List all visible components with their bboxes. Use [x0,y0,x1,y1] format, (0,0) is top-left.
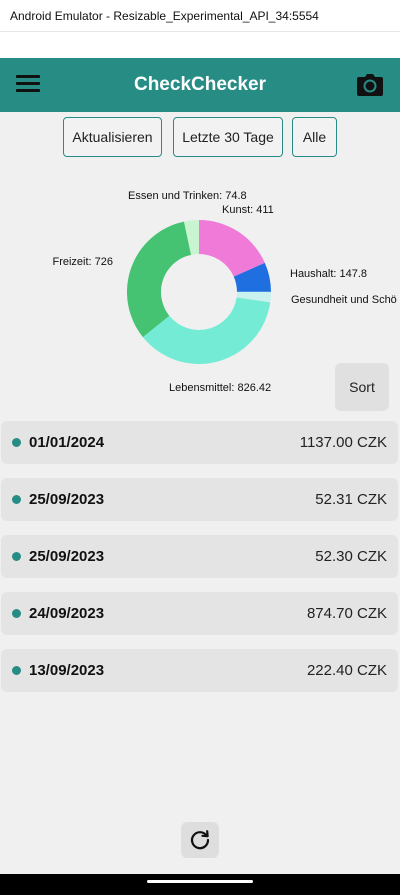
pie-label: Freizeit: 726 [52,256,113,268]
reload-icon[interactable] [181,822,219,858]
entry-amount: 222.40 CZK [306,662,387,679]
pie-label: Essen und Trinken: 74.8 [128,190,247,202]
list-item[interactable]: 25/09/2023 52.30 CZK [1,535,398,578]
entry-amount: 874.70 CZK [306,605,387,622]
entry-date: 24/09/2023 [29,605,105,622]
status-dot [12,495,21,504]
status-bar [0,32,400,58]
entry-date: 25/09/2023 [29,548,105,565]
entry-amount: 52.30 CZK [315,548,387,565]
list-item[interactable]: 13/09/2023 222.40 CZK [1,649,398,692]
entry-date: 25/09/2023 [29,491,105,508]
app-bar: CheckChecker [0,58,400,112]
pie-label: Lebensmittel: 826.42 [169,382,271,394]
entry-amount: 52.31 CZK [315,491,387,508]
list-item[interactable]: 25/09/2023 52.31 CZK [1,478,398,521]
camera-icon[interactable] [356,72,384,98]
content-area: Aktualisieren Letzte 30 Tage Alle Kunst:… [0,112,400,874]
pie-label: Haushalt: 147.8 [290,268,367,280]
pie-slice-freizeit [127,221,192,338]
status-dot [12,609,21,618]
status-dot [12,666,21,675]
navigation-bar [0,874,400,895]
pie-label: Kunst: 411 [222,204,274,216]
sort-button[interactable]: Sort [335,363,389,411]
entry-date: 13/09/2023 [29,662,105,679]
window-title: Android Emulator - Resizable_Experimenta… [0,0,400,32]
list-item[interactable]: 01/01/2024 1137.00 CZK [1,421,398,464]
app-title: CheckChecker [133,74,267,95]
entry-date: 01/01/2024 [29,434,105,451]
status-dot [12,552,21,561]
list-item[interactable]: 24/09/2023 874.70 CZK [1,592,398,635]
entry-amount: 1137.00 CZK [299,434,387,451]
pie-label: Gesundheit und Schö [291,294,397,306]
home-gesture-bar[interactable] [147,880,253,883]
status-dot [12,438,21,447]
